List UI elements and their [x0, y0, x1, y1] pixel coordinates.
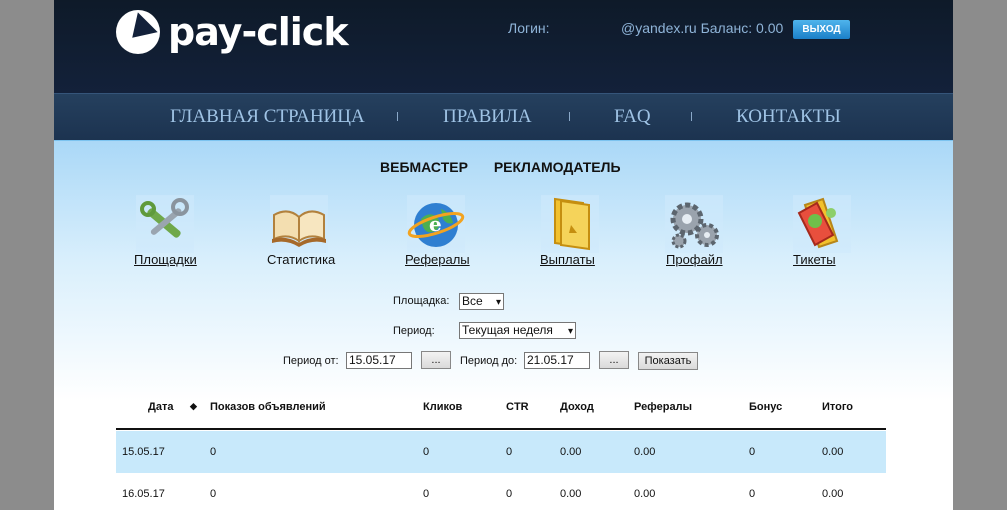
period-label: Период: [393, 325, 435, 337]
book-icon[interactable] [270, 195, 328, 253]
cell-income: 0.00 [560, 488, 582, 500]
cell-referrals: 0.00 [634, 488, 656, 500]
cell-impressions: 0 [210, 488, 217, 500]
logo[interactable]: pay-click [116, 10, 349, 54]
left-backdrop [0, 0, 54, 510]
login-label: Логин: [508, 20, 550, 36]
cell-total: 0.00 [822, 446, 844, 458]
period-to-input[interactable]: 21.05.17 [524, 352, 590, 369]
svg-text:e: e [429, 212, 442, 236]
nav-item-rules[interactable]: ПРАВИЛА [443, 106, 532, 128]
nav-separator [397, 112, 398, 121]
ticket-icon[interactable] [793, 195, 851, 253]
nav-item-faq[interactable]: FAQ [614, 106, 651, 128]
column-header-clicks: Кликов [423, 401, 463, 413]
site-filter-label: Площадка: [393, 295, 450, 307]
cell-impressions: 0 [210, 446, 217, 458]
logo-text: pay-click [168, 10, 349, 54]
cell-ctr: 0 [506, 488, 513, 500]
globe-icon[interactable]: e [407, 195, 465, 253]
cell-referrals: 0.00 [634, 446, 656, 458]
main-nav: ГЛАВНАЯ СТРАНИЦА ПРАВИЛА FAQ КОНТАКТЫ [54, 93, 953, 140]
column-header-ctr: CTR [506, 401, 529, 413]
nav-item-home[interactable]: ГЛАВНАЯ СТРАНИЦА [170, 106, 365, 128]
column-header-income: Доход [560, 401, 594, 413]
cell-clicks: 0 [423, 446, 430, 458]
logout-button[interactable]: ВЫХОД [793, 20, 850, 39]
column-header-bonus: Бонус [749, 401, 783, 413]
site-select[interactable]: Все ▾ [459, 293, 504, 310]
period-from-input[interactable]: 15.05.17 [346, 352, 412, 369]
tools-icon[interactable] [136, 195, 194, 253]
period-from-picker-button[interactable]: ... [421, 351, 451, 369]
role-webmaster[interactable]: ВЕБМАСТЕР [380, 159, 468, 175]
column-header-date[interactable]: Дата [148, 401, 173, 413]
cell-date: 16.05.17 [122, 488, 165, 500]
logo-arrow-icon [116, 10, 160, 54]
cell-ctr: 0 [506, 446, 513, 458]
period-select[interactable]: Текущая неделя ▾ [459, 322, 576, 339]
chevron-down-icon: ▾ [567, 326, 573, 337]
role-advertiser[interactable]: РЕКЛАМОДАТЕЛЬ [494, 159, 621, 175]
page: pay-click Логин: @yandex.ru Баланс: 0.00… [54, 0, 953, 510]
menu-sites[interactable]: Площадки [134, 252, 197, 267]
table-header-divider [116, 428, 886, 430]
nav-separator [569, 112, 570, 121]
nav-separator [691, 112, 692, 121]
cell-date: 15.05.17 [122, 446, 165, 458]
period-select-value: Текущая неделя [462, 323, 553, 337]
column-header-total: Итого [822, 401, 854, 413]
table-row: 16.05.17 0 0 0 0.00 0.00 0 0.00 [116, 473, 886, 510]
column-header-impressions: Показов объявлений [210, 401, 326, 413]
menu-profile[interactable]: Профайл [666, 252, 723, 267]
login-balance: @yandex.ru Баланс: 0.00 [621, 20, 784, 36]
right-backdrop [953, 0, 1007, 510]
site-select-value: Все [462, 294, 483, 308]
menu-payouts[interactable]: Выплаты [540, 252, 595, 267]
period-to-label: Период до: [460, 355, 518, 367]
table-row: 15.05.17 0 0 0 0.00 0.00 0 0.00 [116, 431, 886, 473]
cell-clicks: 0 [423, 488, 430, 500]
site-header: pay-click Логин: @yandex.ru Баланс: 0.00… [54, 0, 953, 93]
period-from-label: Период от: [283, 355, 339, 367]
role-switcher: ВЕБМАСТЕР РЕКЛАМОДАТЕЛЬ [380, 159, 643, 175]
cell-total: 0.00 [822, 488, 844, 500]
menu-referrals[interactable]: Рефералы [405, 252, 470, 267]
show-button[interactable]: Показать [638, 352, 698, 370]
nav-item-contacts[interactable]: КОНТАКТЫ [736, 106, 841, 128]
sort-icon[interactable]: ◆ [190, 401, 197, 412]
document-icon[interactable] [541, 195, 599, 253]
main-content: ВЕБМАСТЕР РЕКЛАМОДАТЕЛЬ e Площадки Стати… [54, 140, 953, 510]
menu-tickets[interactable]: Тикеты [793, 252, 836, 267]
column-header-referrals: Рефералы [634, 401, 692, 413]
cell-income: 0.00 [560, 446, 582, 458]
menu-statistics[interactable]: Статистика [267, 252, 335, 267]
period-to-picker-button[interactable]: ... [599, 351, 629, 369]
chevron-down-icon: ▾ [495, 297, 501, 308]
gears-icon[interactable] [665, 195, 723, 253]
cell-bonus: 0 [749, 446, 756, 458]
cell-bonus: 0 [749, 488, 756, 500]
